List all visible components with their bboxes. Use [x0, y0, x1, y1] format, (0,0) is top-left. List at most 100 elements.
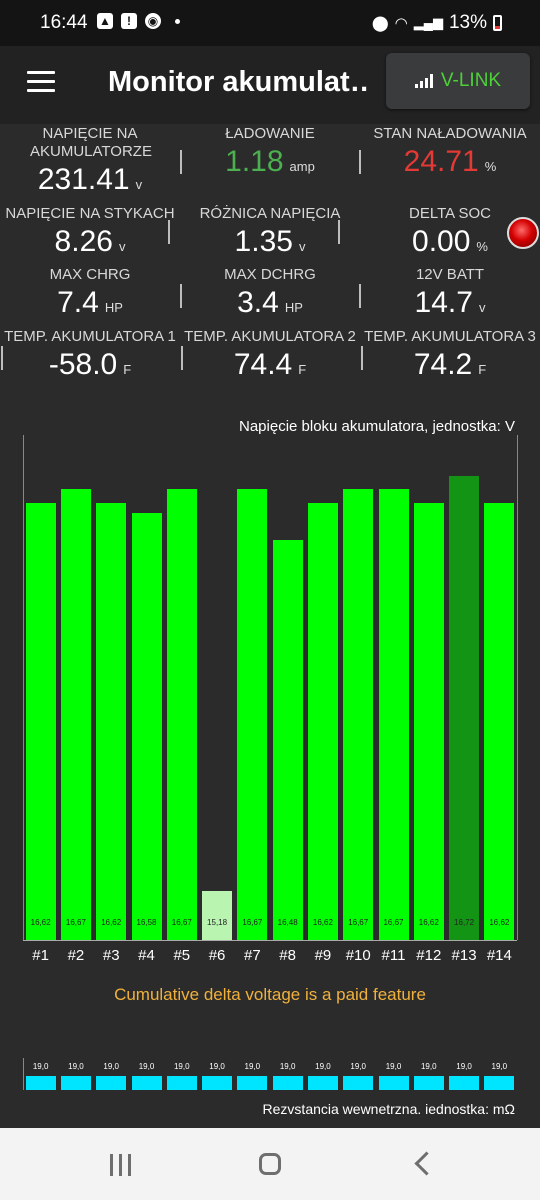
metric-separator [168, 220, 170, 244]
resistance-bar [413, 1076, 444, 1090]
bar-value-label: 16,67 [348, 918, 369, 927]
metric-4: RÓŻNICA NAPIĘCIA 1.35 v [181, 205, 359, 259]
metric-unit: % [484, 159, 497, 174]
metric-value: 3.4 [237, 286, 279, 319]
metric-label: STAN NAŁADOWANIA [373, 125, 527, 142]
metric-unit: amp [289, 159, 315, 174]
metric-value: 74.4 [233, 348, 293, 381]
resistance-value: 19,0 [209, 1062, 225, 1071]
bar-value-label: 16,67 [65, 918, 86, 927]
back-icon[interactable] [414, 1151, 439, 1176]
vlink-button[interactable]: V-LINK [386, 53, 530, 109]
resistance-bar [25, 1076, 56, 1090]
metric-unit: v [478, 300, 486, 315]
metric-unit: % [476, 239, 488, 254]
resistance-value: 19,0 [173, 1062, 190, 1071]
metric-value: 0.00 [412, 225, 471, 258]
x-tick-label: #8 [279, 947, 296, 964]
resistance-value: 19,0 [68, 1062, 84, 1071]
y-axis-left [23, 435, 24, 940]
app-bar: Monitor akumulat… V-LINK [0, 46, 540, 124]
x-tick-label: #10 [345, 947, 371, 964]
metric-value: -58.0 [48, 348, 118, 381]
resistance-bar [60, 1076, 91, 1090]
metric-label: NAPIĘCIE NA AKUMULATORZE [30, 125, 152, 160]
metric-separator [359, 284, 361, 308]
chart-bar [413, 502, 444, 940]
metric-0: NAPIĘCIE NA AKUMULATORZE 231.41 v [1, 125, 179, 197]
gallery-icon: ▲ [97, 13, 113, 29]
resistance-bar [307, 1076, 338, 1090]
x-tick-label: #1 [32, 947, 49, 964]
signal-icon [414, 74, 433, 88]
metric-value: 8.26 [54, 225, 113, 258]
x-tick-label: #6 [208, 947, 226, 964]
chart-bar [166, 489, 197, 940]
chart-bar [484, 502, 515, 940]
chart-bar [202, 891, 233, 940]
bar-value-label: 16,62 [30, 918, 51, 927]
resistance-axis [23, 1058, 24, 1090]
metric-6: MAX CHRG 7.4 HP [1, 266, 179, 320]
metric-unit: HP [284, 300, 303, 315]
bar-value-label: 16,62 [489, 918, 510, 927]
metric-label: RÓŻNICA NAPIĘCIA [199, 205, 341, 222]
alert-icon: ! [121, 13, 137, 29]
chart-bar [307, 502, 338, 940]
resistance-value: 19,0 [491, 1062, 508, 1071]
resistance-title: Rezvstancia wewnetrzna. iednostka: mΩ [262, 1101, 515, 1117]
bar-value-label: 16,62 [101, 918, 122, 927]
status-right: ⬤ ◠ ▂▄▆ 13% [372, 12, 502, 34]
x-tick-label: #11 [381, 947, 406, 964]
resistance-value: 19,0 [32, 1062, 49, 1071]
chart-title: Napięcie bloku akumulatora, jednostka: V [239, 418, 515, 435]
metric-label: NAPIĘCIE NA STYKACH [5, 205, 175, 222]
metric-separator [361, 346, 363, 370]
metric-unit: F [298, 362, 307, 377]
resistance-value: 19,0 [350, 1062, 366, 1071]
metric-unit: v [135, 177, 143, 192]
metric-11: TEMP. AKUMULATORA 3 74.2 F [361, 328, 539, 382]
resistance-bar [237, 1076, 268, 1090]
metric-unit: v [118, 239, 126, 254]
bar-value-label: 16,72 [454, 918, 475, 927]
recents-icon[interactable] [110, 1154, 134, 1176]
metric-9: TEMP. AKUMULATORA 1 -58.0 F [1, 328, 179, 382]
chart-bar [131, 513, 162, 940]
metric-separator [359, 150, 361, 174]
metric-10: TEMP. AKUMULATORA 2 74.4 F [181, 328, 359, 382]
metric-label: TEMP. AKUMULATORA 3 [364, 328, 536, 345]
metric-separator [1, 346, 3, 370]
metric-value: 24.71 [403, 145, 479, 178]
chrome-icon: ◉ [145, 13, 161, 29]
metric-value: 14.7 [414, 286, 473, 319]
system-nav-bar [0, 1128, 540, 1200]
metric-8: 12V BATT 14.7 v [361, 266, 539, 320]
bar-value-label: 16,67 [171, 918, 192, 927]
metric-7: MAX DCHRG 3.4 HP [181, 266, 359, 320]
metric-value: 7.4 [57, 286, 99, 319]
x-tick-label: #13 [451, 947, 477, 964]
metric-separator [338, 220, 340, 244]
resistance-bar [378, 1076, 409, 1090]
location-icon: ⬤ [371, 15, 389, 32]
x-tick-label: #14 [486, 947, 512, 964]
chart-bar [343, 489, 374, 940]
x-tick-label: #2 [67, 947, 85, 964]
metric-separator [180, 150, 182, 174]
bar-value-label: 16,48 [277, 918, 298, 927]
chart-bar [60, 489, 91, 940]
battery-percent: 13% [448, 12, 487, 33]
notification-icons: ▲ ! ◉ [97, 13, 180, 29]
menu-icon[interactable] [27, 71, 57, 93]
wifi-icon: ◠ [394, 15, 408, 32]
vlink-label: V-LINK [440, 70, 502, 91]
resistance-bar [202, 1076, 233, 1090]
home-icon[interactable] [259, 1153, 281, 1175]
metric-unit: v [298, 239, 306, 254]
metric-separator [181, 346, 183, 370]
chart-bar [378, 489, 409, 940]
chart-bar [272, 540, 303, 940]
x-axis [23, 940, 517, 941]
record-button[interactable] [507, 217, 539, 249]
